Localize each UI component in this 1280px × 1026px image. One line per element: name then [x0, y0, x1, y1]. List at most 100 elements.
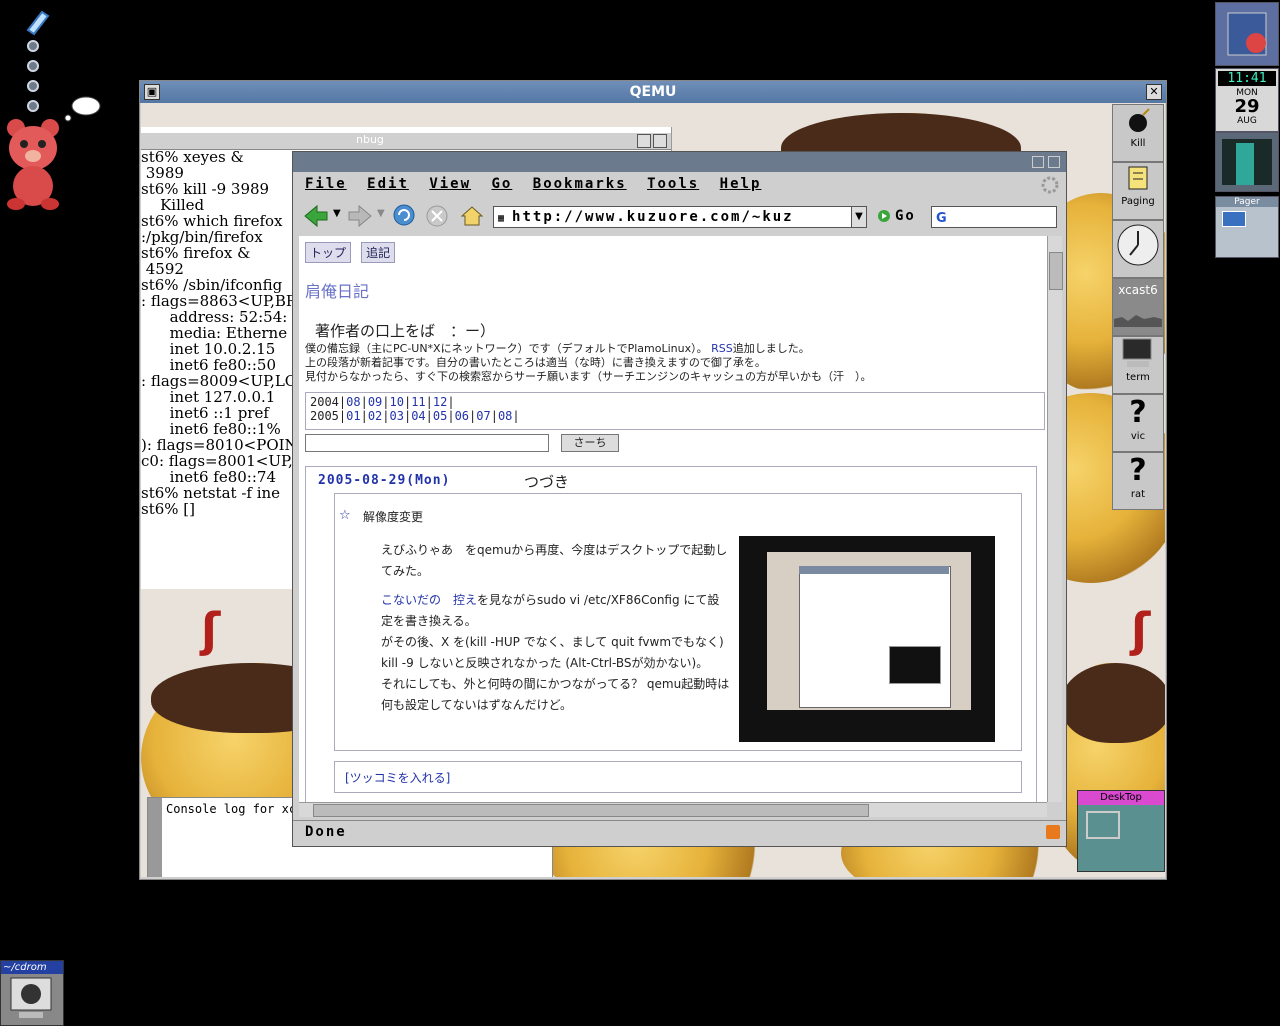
- devil-tail-icon: ʃ: [201, 603, 221, 657]
- paragraph-1: えびふりゃあ をqemuから再度、今度はデスクトップで起動してみた。: [381, 543, 728, 578]
- firefox-maximize-button[interactable]: [1048, 156, 1060, 168]
- window-menu-button[interactable]: ▣: [144, 84, 160, 100]
- firefox-titlebar[interactable]: [293, 152, 1066, 172]
- afterstep-logo[interactable]: [1215, 2, 1279, 66]
- forward-icon[interactable]: [347, 204, 373, 228]
- paragraph-4: それにしても、外と何時の間にかつながってる？ qemu起動時は何も設定してないは…: [381, 677, 730, 712]
- month-link[interactable]: 09: [368, 395, 382, 409]
- month-link[interactable]: 03: [390, 409, 404, 423]
- month-link[interactable]: 06: [455, 409, 469, 423]
- dock-button-term[interactable]: term: [1112, 336, 1164, 394]
- link-notes[interactable]: 控え: [453, 593, 477, 607]
- menu-help[interactable]: Help: [720, 176, 762, 192]
- month-link[interactable]: 01: [346, 409, 360, 423]
- month-link[interactable]: 08: [498, 409, 512, 423]
- month-link[interactable]: 11: [411, 395, 425, 409]
- pager-viewport[interactable]: [1086, 811, 1120, 839]
- month-link[interactable]: 02: [368, 409, 382, 423]
- paragraph-3: がその後、X を(kill -HUP でなく、まして quit fvwmでもなく…: [381, 635, 724, 670]
- stop-icon[interactable]: [425, 204, 449, 228]
- qemu-titlebar[interactable]: QEMU: [140, 81, 1166, 103]
- console-scrollbar[interactable]: [148, 798, 162, 877]
- site-icon: ▦: [498, 213, 507, 224]
- home-icon[interactable]: [459, 203, 485, 229]
- archive-year-2004: 2004: [310, 395, 339, 409]
- shell-icon-button[interactable]: ~/cdrom: [0, 960, 64, 1026]
- url-bar[interactable]: ▦ http://www.kuzuore.com/~kuz: [493, 206, 855, 228]
- terminal-maximize-button[interactable]: [653, 134, 667, 148]
- pen-icon[interactable]: [22, 6, 52, 36]
- back-dropdown-icon[interactable]: ▼: [333, 208, 341, 219]
- pager-desk[interactable]: [1222, 211, 1246, 227]
- entry-title: つづき: [524, 473, 570, 491]
- go-button[interactable]: Go: [895, 208, 916, 224]
- reload-icon[interactable]: [391, 202, 417, 228]
- dock-button-paging[interactable]: Paging: [1112, 162, 1164, 220]
- clock-panel[interactable]: 11:41 MON 29 AUG: [1215, 68, 1279, 132]
- menu-bar: File Edit View Go Bookmarks Tools Help: [305, 176, 771, 192]
- tab-append[interactable]: 追記: [361, 242, 396, 263]
- rss-link[interactable]: RSS: [711, 342, 733, 355]
- site-search-button[interactable]: さーち: [561, 434, 619, 452]
- horizontal-scrollbar[interactable]: [299, 802, 1047, 817]
- load-graph-icon: [1114, 315, 1162, 327]
- month-link[interactable]: 05: [433, 409, 447, 423]
- status-bar: Done: [293, 820, 1066, 845]
- menu-view[interactable]: View: [429, 176, 471, 192]
- question-icon: ?: [1129, 453, 1147, 488]
- site-search-input[interactable]: [305, 434, 549, 452]
- url-dropdown-icon[interactable]: ▼: [851, 206, 867, 228]
- terminal-minimize-button[interactable]: [637, 134, 651, 148]
- page-title: 肩俺日記: [305, 282, 370, 301]
- menu-edit[interactable]: Edit: [367, 176, 409, 192]
- comment-link[interactable]: [ツッコミを入れる]: [345, 769, 450, 786]
- intro-line-3: 見付からなかったら、すぐ下の検索窓からサーチ願います（サーチエンジンのキャッシュ…: [305, 370, 872, 383]
- navigation-toolbar: ▼ ▼ ▦ http://www.kuzuore.com/~kuz ▼ Go G: [293, 200, 1066, 234]
- dock-button-rat[interactable]: ? rat: [1112, 452, 1164, 510]
- screenshot-image[interactable]: [739, 536, 995, 742]
- month-link[interactable]: 08: [346, 395, 360, 409]
- month-link[interactable]: 12: [433, 395, 447, 409]
- intro-line-1-tail: 追加しました。: [732, 342, 810, 355]
- dock-label: term: [1126, 372, 1150, 383]
- month-link[interactable]: 07: [476, 409, 490, 423]
- entry-date[interactable]: 2005-08-29(Mon): [318, 473, 450, 488]
- menu-file[interactable]: File: [305, 176, 347, 192]
- thought-bubble-icon: [64, 96, 101, 122]
- dock-dot[interactable]: [27, 40, 39, 52]
- link-previous[interactable]: こないだの: [381, 593, 441, 607]
- forward-dropdown-icon[interactable]: ▼: [377, 208, 385, 219]
- rss-icon[interactable]: [1046, 825, 1060, 839]
- dock-button-kill[interactable]: Kill: [1112, 104, 1164, 162]
- dock-dot[interactable]: [27, 60, 39, 72]
- section-title: 解像度変更: [363, 510, 424, 524]
- firefox-minimize-button[interactable]: [1032, 156, 1044, 168]
- tab-top[interactable]: トップ: [305, 242, 352, 263]
- search-box[interactable]: G: [931, 206, 1057, 228]
- dock-button-vic[interactable]: ? vic: [1112, 394, 1164, 452]
- dock-button-xcast6[interactable]: xcast6: [1112, 278, 1164, 336]
- pager-panel[interactable]: Pager: [1215, 196, 1279, 258]
- search-engine-icon[interactable]: G: [936, 211, 947, 226]
- desktop-pager[interactable]: DeskTop: [1077, 790, 1165, 872]
- console-text: Console log for xca: [166, 802, 304, 816]
- dock-button-clock[interactable]: [1112, 220, 1164, 278]
- desktop-label: DeskTop: [1078, 791, 1164, 805]
- intro-line-1: 僕の備忘録（主にPC-UN*Xにネットワーク）です（デフォルトでPlamoLin…: [305, 342, 708, 355]
- month-link[interactable]: 10: [390, 395, 404, 409]
- back-icon[interactable]: [303, 204, 329, 228]
- close-button[interactable]: ✕: [1146, 84, 1162, 100]
- dock-dot[interactable]: [27, 80, 39, 92]
- month-link[interactable]: 04: [411, 409, 425, 423]
- bear-mascot-icon: [7, 119, 59, 210]
- menu-go[interactable]: Go: [491, 176, 512, 192]
- go-arrow-icon[interactable]: [877, 209, 891, 223]
- qemu-title: QEMU: [629, 84, 677, 100]
- dock-dot[interactable]: [27, 100, 39, 112]
- vertical-scrollbar[interactable]: [1047, 236, 1063, 802]
- horizontal-scroll-thumb[interactable]: [313, 804, 869, 817]
- throbber-icon: [1041, 176, 1059, 194]
- menu-tools[interactable]: Tools: [647, 176, 699, 192]
- vertical-scroll-thumb[interactable]: [1049, 252, 1063, 290]
- menu-bookmarks[interactable]: Bookmarks: [533, 176, 627, 192]
